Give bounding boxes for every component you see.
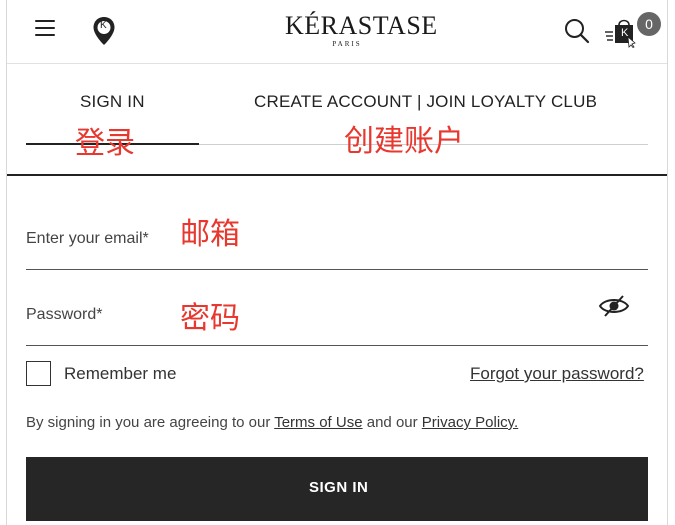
location-pin-icon[interactable]: K [92,16,116,46]
tab-sign-in[interactable]: SIGN IN [80,92,145,112]
forgot-password-link[interactable]: Forgot your password? [470,364,644,384]
logo-text: KÉRASTASE [285,11,438,40]
agreement-middle: and our [362,414,422,431]
remember-me-checkbox[interactable] [26,361,51,386]
hide-password-icon[interactable] [598,294,630,318]
logo-subtext: PARIS [332,40,362,48]
site-header: K KÉRASTASE PARIS K 0 [7,0,667,64]
sign-in-button[interactable]: SIGN IN [26,457,648,521]
sign-in-button-label: SIGN IN [309,479,369,496]
brand-logo[interactable]: KÉRASTASE PARIS [285,11,438,49]
agreement-prefix: By signing in you are agreeing to our [26,414,275,431]
remember-me-label: Remember me [64,364,177,383]
cart-count-badge: 0 [637,12,661,36]
menu-icon[interactable] [35,20,55,38]
annotation-sign-in-tab: 登录 [75,126,135,161]
password-input[interactable] [26,296,586,340]
annotation-create-account-tab: 创建账户 [344,124,464,159]
bag-letter: K [621,27,629,39]
agreement-text: By signing in you are agreeing to our Te… [26,414,518,431]
privacy-policy-link[interactable]: Privacy Policy. [422,414,518,431]
email-underline [26,269,648,270]
email-input[interactable] [26,220,648,264]
tab-create-account[interactable]: CREATE ACCOUNT | JOIN LOYALTY CLUB [254,92,597,112]
terms-of-use-link[interactable]: Terms of Use [274,414,362,431]
search-icon[interactable] [564,18,590,44]
frame-right-border [667,0,668,525]
pin-letter: K [100,20,107,31]
password-underline [26,345,648,346]
